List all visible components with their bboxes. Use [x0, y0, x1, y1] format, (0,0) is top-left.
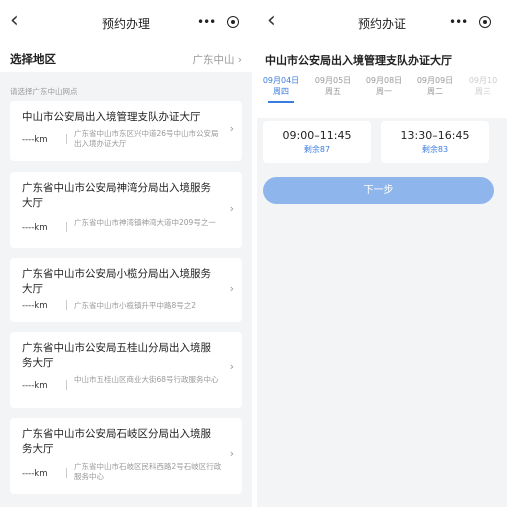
weekday-label: 周五 [325, 87, 341, 96]
back-icon[interactable]: ‹ [267, 10, 276, 32]
office-distance: ----km [22, 223, 48, 233]
office-card[interactable]: 广东省中山市公安局神湾分局出入境服务大厅 ----km 广东省中山市神湾镇神湾大… [10, 172, 242, 248]
active-tab-indicator [268, 101, 294, 103]
office-card[interactable]: 中山市公安局出入境管理支队办证大厅 ----km 广东省中山市东区兴中道26号中… [10, 101, 242, 161]
region-label: 选择地区 [10, 52, 56, 66]
chevron-right-icon: › [229, 122, 234, 135]
office-address: 中山市五桂山区商业大街68号行政服务中心 [74, 375, 219, 384]
office-list-screen: ‹ 预约办理 ••• 选择地区 广东中山 › 请选择广东中山网点 中山市公安局出… [0, 0, 252, 507]
office-distance: ----km [22, 381, 48, 391]
date-label: 09月05日 [314, 76, 352, 85]
office-name: 广东省中山市公安局神湾分局出入境服务大厅 [22, 182, 211, 209]
divider [66, 468, 67, 478]
divider [66, 134, 67, 144]
more-icon[interactable]: ••• [197, 14, 216, 30]
office-address: 广东省中山市石岐区民科西路2号石岐区行政服务中心 [74, 462, 222, 481]
weekday-label: 周三 [475, 87, 491, 96]
time-slot-card[interactable]: 13:30–16:45 剩余83 [381, 121, 489, 163]
date-tab[interactable]: 09月04日 周四 [257, 75, 305, 97]
chevron-right-icon: › [229, 360, 234, 373]
office-name: 广东省中山市公安局五桂山分局出入境服务大厅 [22, 342, 211, 369]
office-distance: ----km [22, 301, 48, 311]
divider [66, 380, 67, 390]
office-distance: ----km [22, 135, 48, 145]
office-address: 广东省中山市东区兴中道26号中山市公安局出入境办证大厅 [74, 129, 219, 148]
office-header: 中山市公安局出入境管理支队办证大厅 09月04日 周四 09月05日 周五 09… [257, 46, 507, 118]
next-step-button[interactable]: 下一步 [263, 177, 494, 204]
chevron-right-icon: › [229, 202, 234, 215]
slot-time: 09:00–11:45 [282, 129, 352, 142]
back-icon[interactable]: ‹ [10, 10, 19, 32]
date-tab[interactable]: 09月09日 周二 [411, 75, 459, 97]
office-card[interactable]: 广东省中山市公安局五桂山分局出入境服务大厅 ----km 中山市五桂山区商业大街… [10, 332, 242, 408]
close-target-icon[interactable] [479, 16, 491, 28]
date-label: 09月09日 [416, 76, 454, 85]
office-distance: ----km [22, 469, 48, 479]
office-name: 广东省中山市公安局小榄分局出入境服务大厅 [22, 268, 211, 295]
more-icon[interactable]: ••• [449, 14, 468, 30]
office-name: 广东省中山市公安局石岐区分局出入境服务大厅 [22, 428, 211, 455]
slot-time: 13:30–16:45 [400, 129, 470, 142]
date-tab[interactable]: 09月05日 周五 [309, 75, 357, 97]
office-card[interactable]: 广东省中山市公安局小榄分局出入境服务大厅 ----km 广东省中山市小榄镇升平中… [10, 258, 242, 322]
office-address: 广东省中山市神湾镇神湾大道中209号之一 [74, 218, 216, 227]
date-label: 09月10 [468, 76, 498, 85]
weekday-label: 周一 [376, 87, 392, 96]
weekday-label: 周四 [273, 87, 289, 96]
office-address: 广东省中山市小榄镇升平中路8号之2 [74, 301, 197, 310]
nav-bar: ‹ 预约办理 ••• [0, 0, 252, 46]
weekday-label: 周二 [427, 87, 443, 96]
date-label: 09月08日 [365, 76, 403, 85]
page-title: 预约办证 [357, 17, 406, 31]
date-tab[interactable]: 09月08日 周一 [360, 75, 408, 97]
region-selector[interactable]: 选择地区 广东中山 › [0, 46, 252, 72]
date-label: 09月04日 [262, 76, 300, 85]
nav-bar: ‹ 预约办证 ••• [257, 0, 507, 46]
region-value[interactable]: 广东中山 › [192, 52, 242, 67]
date-tab[interactable]: 09月10 周三 [461, 75, 505, 97]
chevron-right-icon: › [229, 282, 234, 295]
slot-remaining: 剩余83 [421, 145, 449, 154]
appointment-screen: ‹ 预约办证 ••• 中山市公安局出入境管理支队办证大厅 09月04日 周四 0… [257, 0, 507, 507]
time-slot-card[interactable]: 09:00–11:45 剩余87 [263, 121, 371, 163]
office-hint: 请选择广东中山网点 [10, 87, 78, 96]
close-target-icon[interactable] [227, 16, 239, 28]
divider [66, 222, 67, 232]
office-card[interactable]: 广东省中山市公安局石岐区分局出入境服务大厅 ----km 广东省中山市石岐区民科… [10, 418, 242, 494]
slot-remaining: 剩余87 [303, 145, 331, 154]
office-name: 中山市公安局出入境管理支队办证大厅 [22, 111, 201, 123]
office-name: 中山市公安局出入境管理支队办证大厅 [265, 54, 452, 67]
divider [66, 300, 67, 310]
chevron-right-icon: › [229, 447, 234, 460]
